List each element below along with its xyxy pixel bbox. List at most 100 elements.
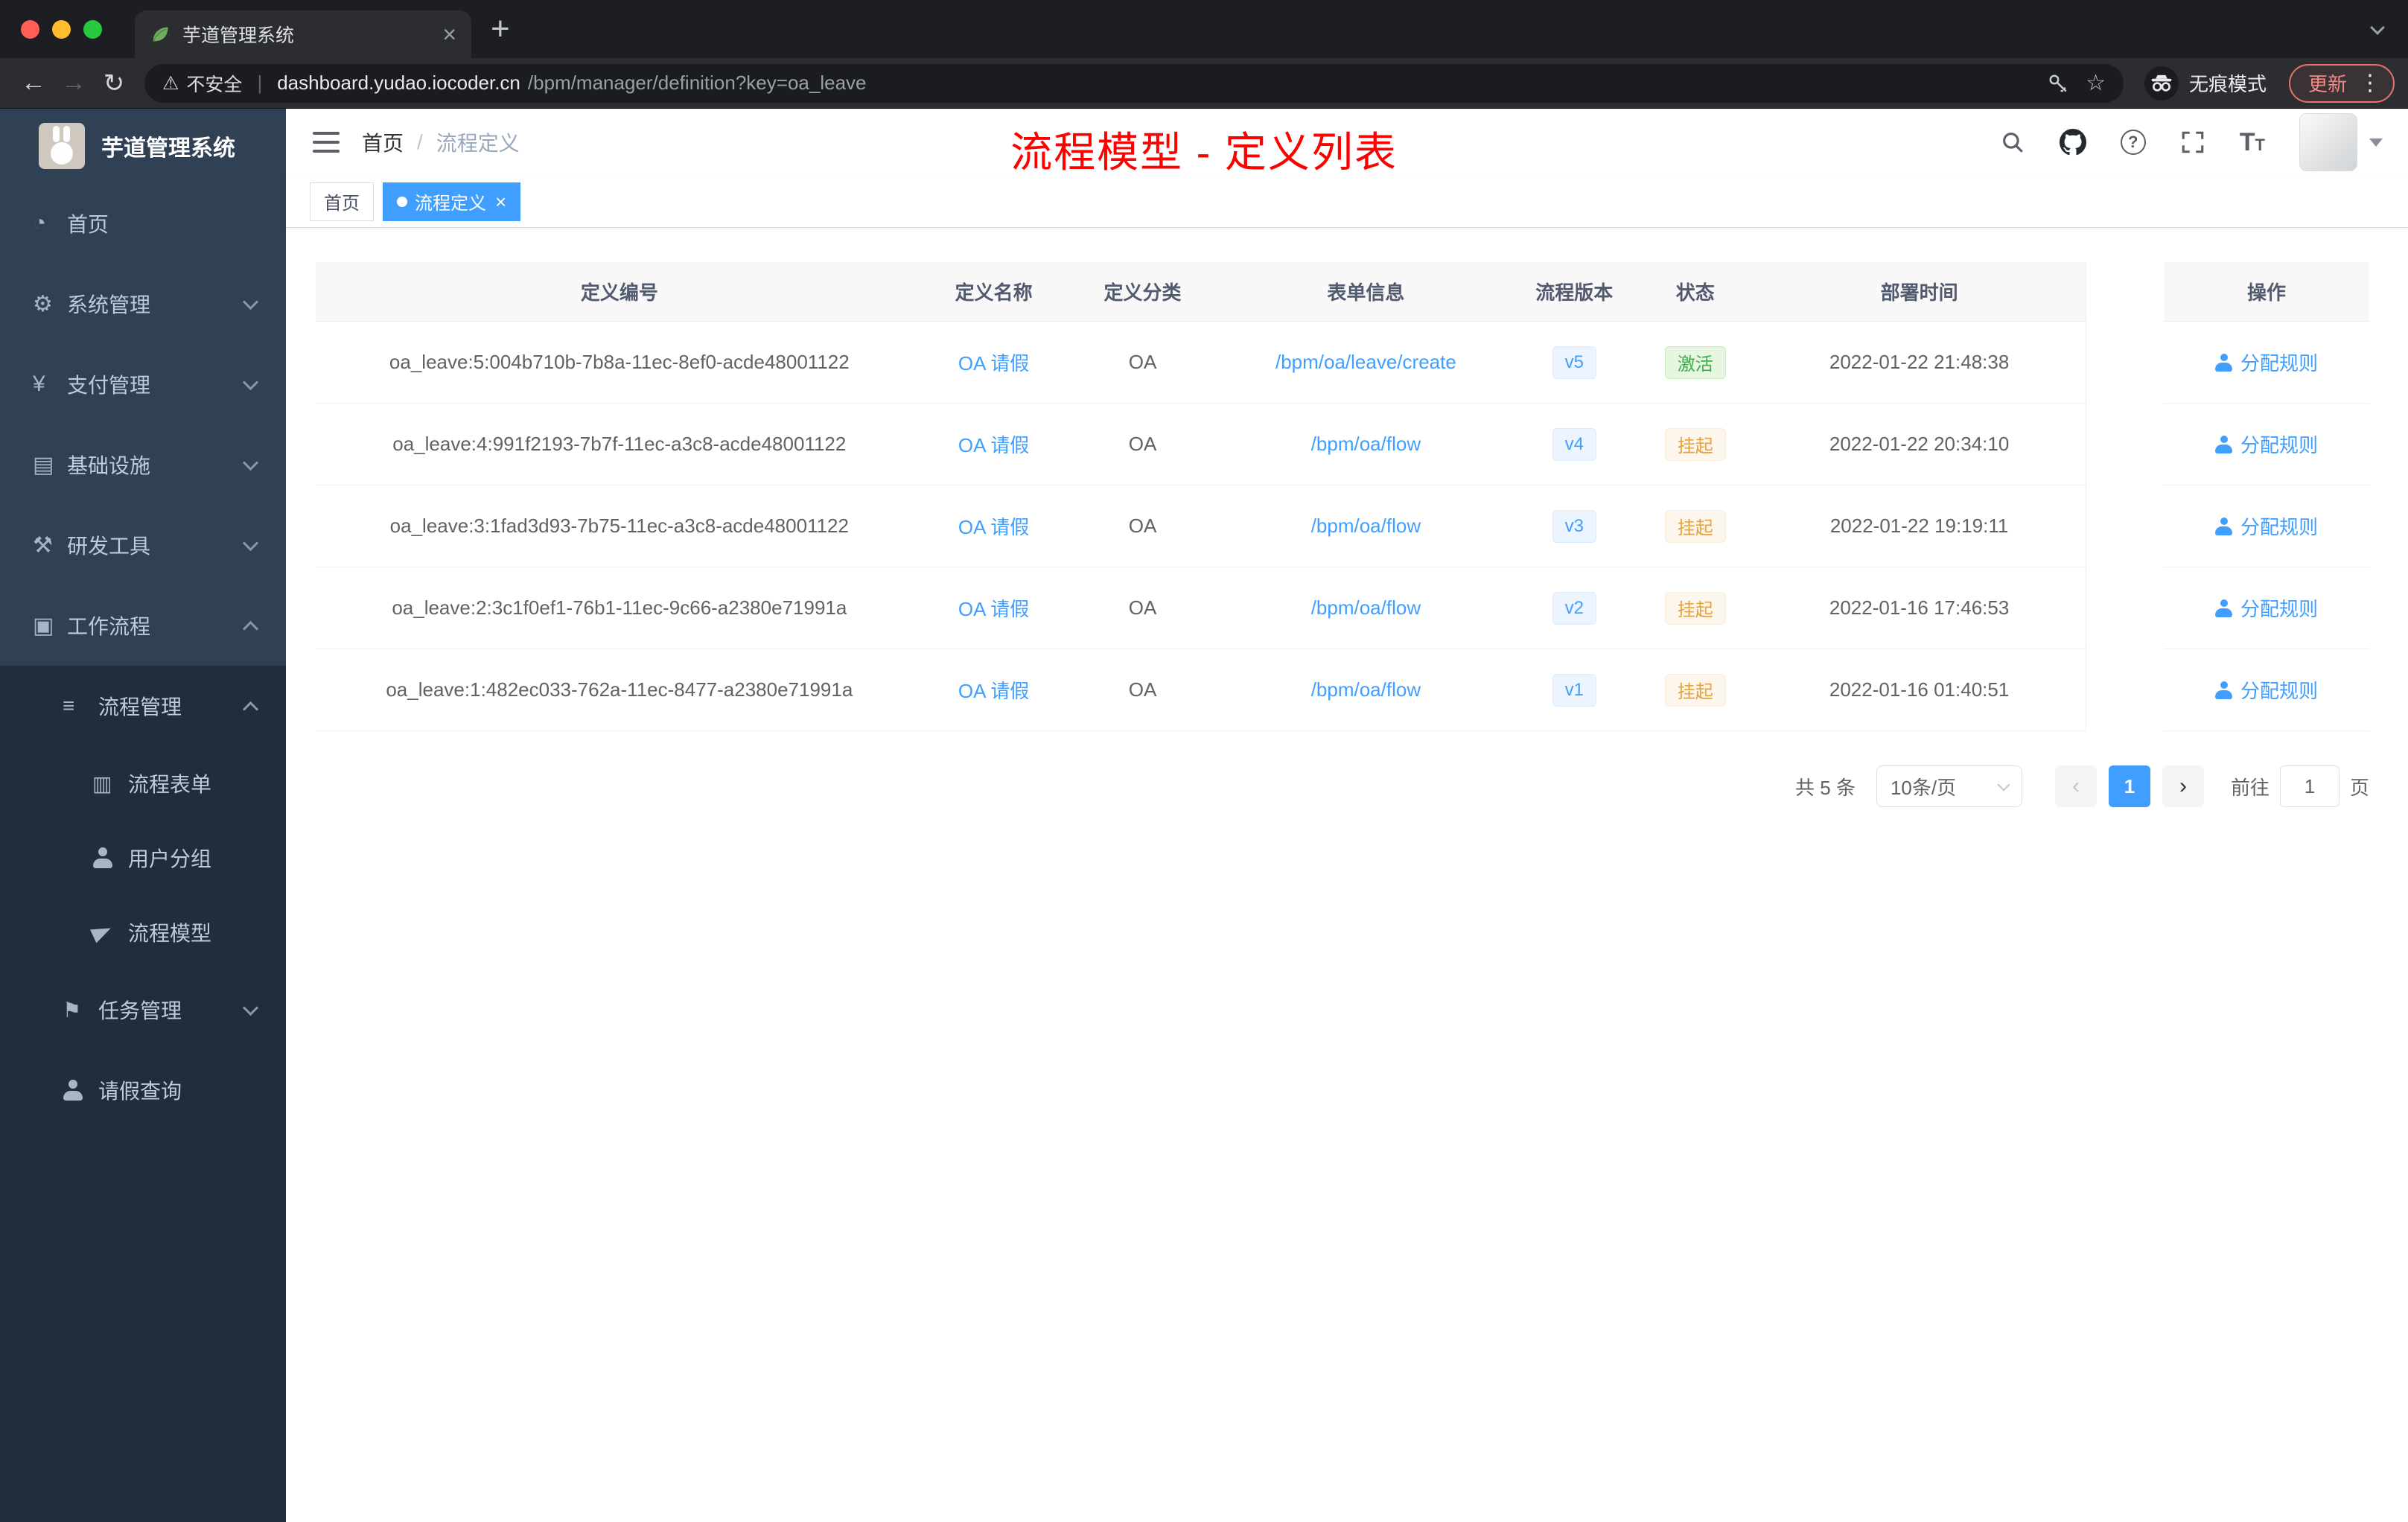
tag-home[interactable]: 首页: [310, 182, 374, 221]
tag-dot: [397, 196, 407, 207]
gear-icon: ⚙: [33, 291, 53, 316]
person-icon: [63, 1080, 98, 1101]
browser-tab-strip: 芋道管理系统 × +: [0, 0, 2408, 58]
tag-close-icon[interactable]: ×: [495, 192, 506, 211]
definition-name-link[interactable]: OA 请假: [958, 430, 1029, 458]
bookmark-star-icon[interactable]: ☆: [2086, 70, 2106, 96]
col-header-version: 流程版本: [1535, 281, 1614, 304]
definition-id: oa_leave:5:004b710b-7b8a-11ec-8ef0-acde4…: [389, 351, 850, 373]
definition-name-link[interactable]: OA 请假: [958, 676, 1029, 704]
send-icon: [89, 921, 128, 943]
assign-rule-link[interactable]: 分配规则: [2215, 430, 2318, 458]
sidebar-item-user-group[interactable]: 用户分组: [0, 821, 286, 895]
table-row-actions: 分配规则: [2164, 567, 2369, 649]
sidebar-item-system-management[interactable]: ⚙ 系统管理: [0, 264, 286, 344]
window-controls: [0, 19, 120, 39]
form-info-link[interactable]: /bpm/oa/flow: [1311, 678, 1421, 701]
tab-close-icon[interactable]: ×: [442, 22, 456, 46]
reload-button[interactable]: ↻: [94, 69, 134, 98]
definition-id: oa_leave:1:482ec033-762a-11ec-8477-a2380…: [386, 678, 853, 701]
infrastructure-icon: ▤: [33, 452, 54, 477]
url-domain: dashboard.yudao.iocoder.cn: [277, 71, 520, 94]
sidebar-item-leave-query[interactable]: 请假查询: [0, 1050, 286, 1130]
browser-tab[interactable]: 芋道管理系统 ×: [135, 10, 471, 58]
warning-icon: ⚠: [162, 72, 179, 94]
app-logo[interactable]: 芋道管理系统: [0, 109, 286, 183]
tab-search-chevron-icon[interactable]: [2370, 19, 2385, 36]
tag-process-definition[interactable]: 流程定义 ×: [383, 182, 521, 221]
definition-category: OA: [1128, 515, 1157, 537]
prev-page-button[interactable]: ‹: [2054, 765, 2097, 807]
deploy-time: 2022-01-16 01:40:51: [1829, 678, 2010, 701]
list-icon: ≡: [63, 694, 75, 717]
breadcrumb: 首页 / 流程定义: [362, 127, 520, 157]
table-row-actions: 分配规则: [2164, 322, 2369, 404]
address-bar[interactable]: ⚠ 不安全 | dashboard.yudao.iocoder.cn /bpm/…: [144, 63, 2124, 103]
password-key-icon[interactable]: [2047, 72, 2069, 95]
assign-rule-link[interactable]: 分配规则: [2215, 512, 2318, 540]
assign-rule-link[interactable]: 分配规则: [2215, 348, 2318, 376]
col-header-actions: 操作: [2246, 281, 2286, 304]
table-row: oa_leave:5:004b710b-7b8a-11ec-8ef0-acde4…: [316, 322, 2086, 404]
definition-name-link[interactable]: OA 请假: [958, 594, 1029, 622]
github-icon[interactable]: [2059, 129, 2086, 156]
sidebar-item-workflow[interactable]: ▣ 工作流程: [0, 585, 286, 666]
table-row: oa_leave:1:482ec033-762a-11ec-8477-a2380…: [316, 649, 2086, 731]
security-warning[interactable]: ⚠ 不安全: [162, 70, 242, 97]
deploy-time: 2022-01-22 19:19:11: [1829, 515, 2009, 537]
incognito-icon: [2144, 66, 2179, 101]
sidebar-item-payment-management[interactable]: ¥ 支付管理: [0, 344, 286, 424]
breadcrumb-home[interactable]: 首页: [362, 127, 404, 157]
definition-id: oa_leave:2:3c1f0ef1-76b1-11ec-9c66-a2380…: [392, 596, 847, 619]
fullscreen-icon[interactable]: [2180, 130, 2205, 155]
sidebar-item-process-management[interactable]: ≡ 流程管理: [0, 666, 286, 746]
forward-button[interactable]: →: [54, 69, 94, 98]
font-size-icon[interactable]: TT: [2240, 128, 2265, 157]
browser-update-button[interactable]: 更新 ⋮: [2288, 63, 2395, 103]
sidebar-item-process-model[interactable]: 流程模型: [0, 895, 286, 969]
definition-category: OA: [1128, 433, 1157, 455]
sidebar-toggle-icon[interactable]: [286, 132, 362, 153]
search-icon[interactable]: [2000, 130, 2025, 155]
browser-menu-icon[interactable]: ⋮: [2359, 70, 2381, 96]
status-badge: 挂起: [1664, 591, 1726, 625]
next-page-button[interactable]: ›: [2162, 765, 2204, 807]
form-info-link[interactable]: /bpm/oa/flow: [1311, 596, 1421, 620]
chevron-icon: [242, 999, 259, 1016]
chevron-icon: [242, 454, 259, 471]
definition-category: OA: [1128, 678, 1157, 701]
form-info-link[interactable]: /bpm/oa/leave/create: [1275, 351, 1456, 374]
assign-rule-link[interactable]: 分配规则: [2215, 676, 2318, 704]
users-icon: [92, 847, 128, 868]
sidebar-item-dev-tools[interactable]: ⚒ 研发工具: [0, 505, 286, 585]
close-window-button[interactable]: [21, 19, 39, 39]
table-row: oa_leave:3:1fad3d93-7b75-11ec-a3c8-acde4…: [316, 485, 2086, 567]
definition-name-link[interactable]: OA 请假: [958, 348, 1029, 376]
zoom-window-button[interactable]: [83, 19, 102, 39]
definition-id: oa_leave:3:1fad3d93-7b75-11ec-a3c8-acde4…: [389, 515, 849, 537]
back-button[interactable]: ←: [13, 69, 54, 98]
deploy-time: 2022-01-22 21:48:38: [1829, 351, 2010, 373]
annotation-title: 流程模型 - 定义列表: [1010, 129, 1398, 176]
current-page-button[interactable]: 1: [2108, 765, 2150, 807]
sidebar-item-home[interactable]: ◔ 首页: [0, 183, 286, 264]
sidebar-item-process-form[interactable]: ▥ 流程表单: [0, 746, 286, 821]
goto-page-input[interactable]: [2279, 765, 2339, 807]
form-info-link[interactable]: /bpm/oa/flow: [1311, 515, 1421, 538]
url-path: /bpm/manager/definition?key=oa_leave: [527, 71, 867, 94]
user-menu[interactable]: [2299, 113, 2383, 171]
assign-rule-link[interactable]: 分配规则: [2215, 594, 2318, 622]
table-gap: [2086, 262, 2164, 731]
version-badge: v4: [1552, 427, 1596, 461]
new-tab-button[interactable]: +: [491, 13, 510, 45]
sidebar: 芋道管理系统 ◔ 首页 ⚙ 系统管理 ¥ 支付管理 ▤ 基础设施 ⚒ 研发工具 …: [0, 109, 286, 1522]
form-info-link[interactable]: /bpm/oa/flow: [1311, 433, 1421, 456]
definition-table: 定义编号 定义名称 定义分类 表单信息 流程版本 状态 部署时间 oa_leav…: [316, 262, 2369, 731]
page-size-select[interactable]: 10条/页: [1876, 765, 2022, 807]
minimize-window-button[interactable]: [52, 19, 71, 39]
goto-label: 前往: [2230, 776, 2270, 799]
help-icon[interactable]: ?: [2120, 130, 2146, 155]
sidebar-item-infrastructure[interactable]: ▤ 基础设施: [0, 424, 286, 505]
sidebar-item-task-management[interactable]: ⚑ 任务管理: [0, 969, 286, 1050]
definition-name-link[interactable]: OA 请假: [958, 512, 1029, 540]
